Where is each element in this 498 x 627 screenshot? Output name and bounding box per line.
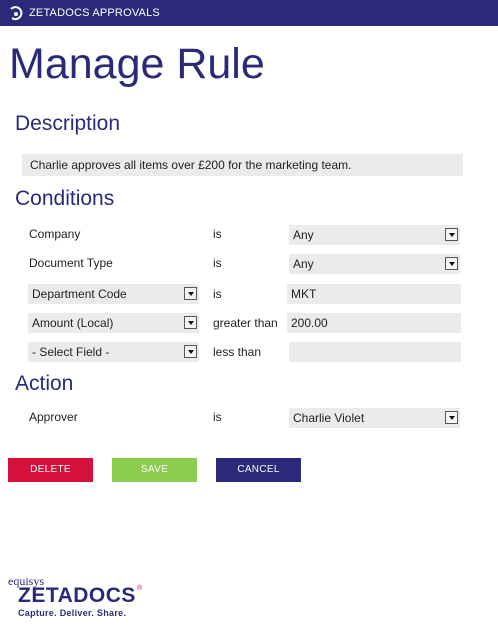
chevron-down-icon[interactable] xyxy=(445,257,458,270)
conditions-heading: Conditions xyxy=(15,187,115,210)
brand-zetadocs: ZETADOCS xyxy=(18,584,136,607)
select-value: Department Code xyxy=(32,287,127,301)
condition-field-select[interactable]: Amount (Local) xyxy=(28,313,199,333)
page-title: Manage Rule xyxy=(9,40,265,88)
condition-operator: less than xyxy=(213,345,262,359)
zetadocs-brand-logo: equisys ZETADOCS ® Capture. Deliver. Sha… xyxy=(8,574,148,622)
app-header-bar: ZETADOCS APPROVALS xyxy=(0,0,498,26)
chevron-down-icon[interactable] xyxy=(184,316,197,329)
save-button[interactable]: SAVE xyxy=(112,458,197,482)
document-type-value-select[interactable]: Any xyxy=(289,254,460,274)
chevron-down-icon[interactable] xyxy=(445,411,458,424)
zetadocs-logo-icon xyxy=(10,6,23,21)
select-value: Any xyxy=(293,257,314,271)
chevron-down-icon[interactable] xyxy=(184,287,197,300)
approver-select[interactable]: Charlie Violet xyxy=(289,408,460,428)
action-heading: Action xyxy=(15,372,74,395)
chevron-down-icon[interactable] xyxy=(184,345,197,358)
select-value: - Select Field - xyxy=(32,345,110,359)
condition-operator: is xyxy=(213,256,222,270)
action-operator: is xyxy=(213,410,222,424)
condition-operator: is xyxy=(213,287,222,301)
delete-button[interactable]: DELETE xyxy=(8,458,93,482)
app-title: ZETADOCS APPROVALS xyxy=(29,7,160,19)
condition-field-select[interactable]: Department Code xyxy=(28,284,199,304)
registered-mark: ® xyxy=(137,585,143,592)
action-field-approver: Approver xyxy=(29,410,78,424)
condition-field-document-type: Document Type xyxy=(29,256,113,270)
description-heading: Description xyxy=(15,112,121,135)
description-field[interactable]: Charlie approves all items over £200 for… xyxy=(22,154,463,176)
cancel-button[interactable]: CANCEL xyxy=(216,458,301,482)
brand-tagline: Capture. Deliver. Share. xyxy=(18,608,127,618)
condition-operator: greater than xyxy=(213,316,278,330)
amount-input[interactable]: 200.00 xyxy=(287,313,461,333)
select-value: Amount (Local) xyxy=(32,316,114,330)
department-code-input[interactable]: MKT xyxy=(287,284,461,304)
chevron-down-icon[interactable] xyxy=(445,228,458,241)
condition-value-input[interactable] xyxy=(289,342,461,362)
condition-field-company: Company xyxy=(29,227,81,241)
company-value-select[interactable]: Any xyxy=(289,225,460,245)
condition-field-select[interactable]: - Select Field - xyxy=(28,342,199,362)
condition-operator: is xyxy=(213,227,222,241)
select-value: Charlie Violet xyxy=(293,411,365,425)
select-value: Any xyxy=(293,228,314,242)
